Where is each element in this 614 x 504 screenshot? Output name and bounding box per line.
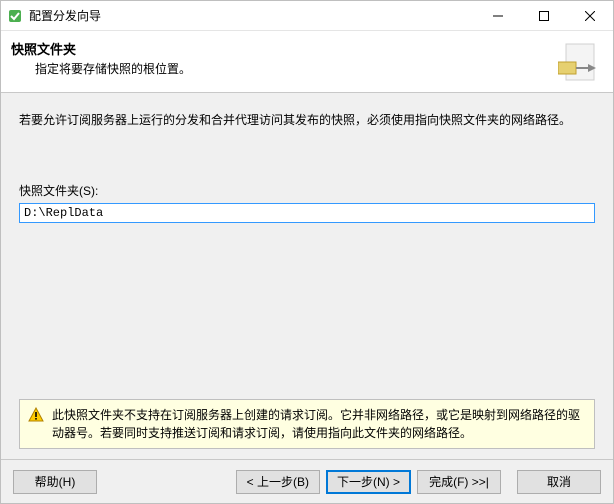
page-title: 快照文件夹 (11, 39, 557, 58)
warning-text: 此快照文件夹不支持在订阅服务器上创建的请求订阅。它并非网络路径，或它是映射到网络… (52, 406, 586, 442)
warning-icon (28, 406, 46, 442)
minimize-button[interactable] (475, 1, 521, 30)
cancel-button[interactable]: 取消 (517, 470, 601, 494)
close-button[interactable] (567, 1, 613, 30)
snapshot-folder-label: 快照文件夹(S): (19, 182, 595, 199)
maximize-button[interactable] (521, 1, 567, 30)
finish-button[interactable]: 完成(F) >>| (417, 470, 501, 494)
window-title: 配置分发向导 (29, 7, 475, 24)
warning-box: 此快照文件夹不支持在订阅服务器上创建的请求订阅。它并非网络路径，或它是映射到网络… (19, 399, 595, 449)
next-button[interactable]: 下一步(N) > (326, 470, 411, 494)
wizard-body: 若要允许订阅服务器上运行的分发和合并代理访问其发布的快照，必须使用指向快照文件夹… (1, 93, 613, 459)
title-bar: 配置分发向导 (1, 1, 613, 31)
help-button[interactable]: 帮助(H) (13, 470, 97, 494)
page-subtitle: 指定将要存储快照的根位置。 (35, 60, 557, 77)
instruction-text: 若要允许订阅服务器上运行的分发和合并代理访问其发布的快照，必须使用指向快照文件夹… (19, 111, 595, 130)
wizard-header: 快照文件夹 指定将要存储快照的根位置。 (1, 31, 613, 93)
header-graphic-icon (557, 39, 603, 85)
snapshot-folder-input[interactable] (19, 203, 595, 223)
back-button[interactable]: < 上一步(B) (236, 470, 320, 494)
app-icon (7, 8, 23, 24)
button-bar: 帮助(H) < 上一步(B) 下一步(N) > 完成(F) >>| 取消 (1, 459, 613, 503)
